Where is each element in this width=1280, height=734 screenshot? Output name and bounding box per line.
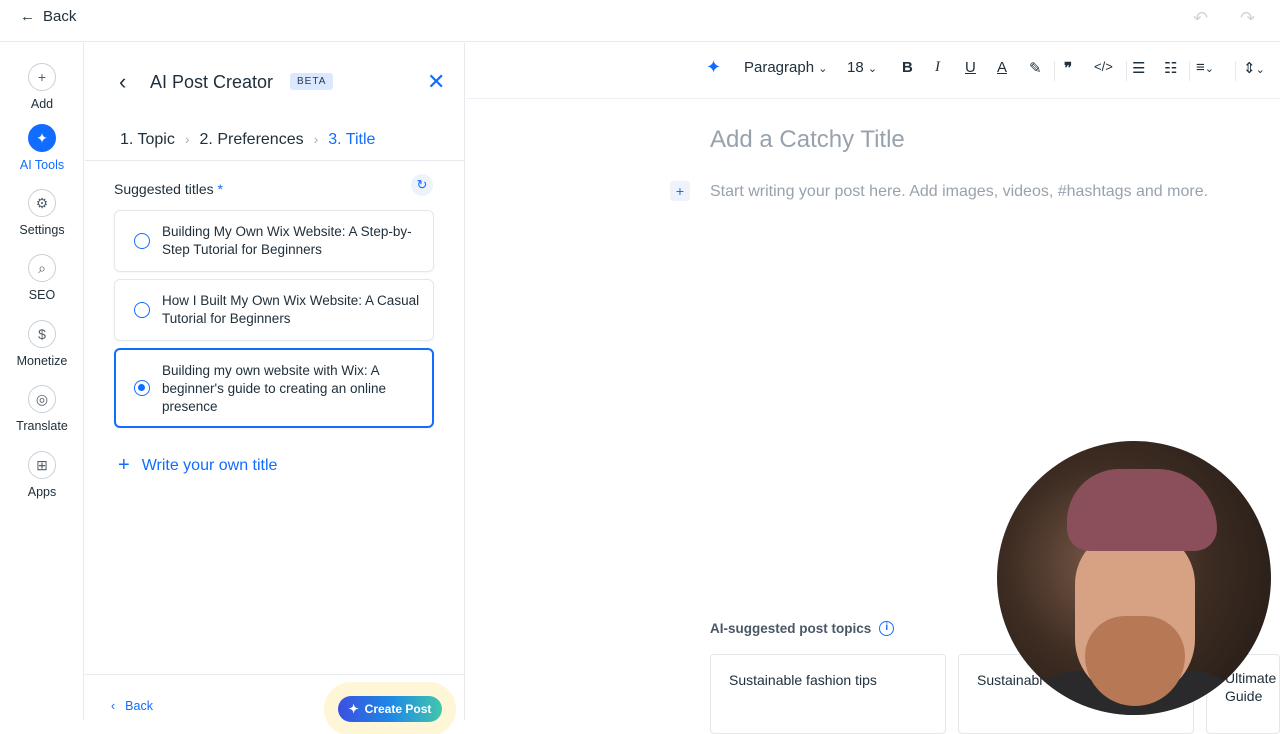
topic-card[interactable]: Sustainable fashion tips — [710, 654, 946, 734]
step-topic[interactable]: 1. Topic — [120, 131, 175, 149]
line-spacing-icon[interactable]: ⇕⌄ — [1243, 59, 1265, 77]
rail-item-label: Add — [30, 97, 54, 111]
chevron-left-icon[interactable]: ‹ — [119, 69, 126, 95]
ai-post-creator-panel: ‹ AI Post Creator BETA ✕ 1. Topic › 2. P… — [85, 43, 465, 722]
redo-icon[interactable]: ↷ — [1240, 8, 1262, 30]
arrow-left-icon: ← — [20, 8, 35, 25]
refresh-icon[interactable]: ↻ — [411, 174, 433, 196]
title-option-text: Building My Own Wix Website: A Step-by-S… — [162, 224, 412, 257]
title-option-1[interactable]: Building My Own Wix Website: A Step-by-S… — [114, 210, 434, 272]
chevron-left-icon: ‹ — [111, 699, 116, 713]
code-icon[interactable]: </> — [1094, 59, 1113, 74]
divider — [1126, 61, 1127, 81]
rail-item-label: Apps — [27, 485, 57, 499]
search-icon: ⌕ — [28, 254, 56, 282]
write-own-title-label: Write your own title — [141, 456, 278, 474]
divider — [85, 674, 465, 675]
top-back-button[interactable]: ← Back — [20, 8, 76, 25]
quote-icon[interactable]: ❞ — [1064, 59, 1072, 77]
close-icon[interactable]: ✕ — [427, 69, 445, 95]
sparkle-icon: ✦ — [348, 702, 359, 716]
divider — [85, 160, 465, 161]
title-option-2[interactable]: How I Built My Own Wix Website: A Casual… — [114, 279, 434, 341]
suggested-titles-label: Suggested titles * — [114, 181, 223, 197]
numbered-list-icon[interactable]: ☰ — [1132, 59, 1145, 77]
title-option-text: Building my own website with Wix: A begi… — [162, 363, 386, 414]
webcam-overlay — [997, 441, 1271, 715]
rail-item-translate[interactable]: ◎ Translate — [0, 385, 84, 433]
add-block-icon[interactable]: + — [670, 181, 690, 201]
paragraph-style-dropdown[interactable]: Paragraph ⌄ — [744, 59, 827, 76]
footer-back-label: Back — [125, 699, 153, 713]
footer-back-button[interactable]: ‹ Back — [111, 699, 153, 713]
panel-header: ‹ AI Post Creator BETA ✕ — [85, 43, 465, 120]
underline-icon[interactable]: U — [965, 59, 976, 76]
highlight-icon[interactable]: ✎ — [1029, 59, 1042, 77]
font-size-dropdown[interactable]: 18 ⌄ — [847, 59, 877, 76]
rail-item-ai-tools[interactable]: ✦ AI Tools — [0, 124, 84, 172]
step-title[interactable]: 3. Title — [328, 131, 375, 149]
left-rail: + Add ✦ AI Tools ⚙ Settings ⌕ SEO $ Mone… — [0, 43, 84, 720]
step-breadcrumb: 1. Topic › 2. Preferences › 3. Title — [120, 131, 375, 149]
chevron-right-icon: › — [313, 131, 319, 147]
person-cap — [1067, 469, 1217, 551]
rail-item-label: SEO — [28, 288, 56, 302]
write-own-title-button[interactable]: + Write your own title — [118, 454, 277, 477]
rail-item-seo[interactable]: ⌕ SEO — [0, 254, 84, 302]
step-preferences[interactable]: 2. Preferences — [200, 131, 304, 149]
radio-button[interactable] — [134, 233, 150, 249]
radio-button[interactable] — [134, 302, 150, 318]
post-body-input[interactable]: Start writing your post here. Add images… — [710, 183, 1208, 201]
bold-icon[interactable]: B — [902, 59, 913, 76]
info-icon[interactable]: i — [879, 621, 895, 636]
ai-sparkle-icon[interactable]: ✦ — [706, 57, 721, 78]
gear-icon: ⚙ — [28, 189, 56, 217]
panel-title: AI Post Creator — [150, 72, 274, 92]
plus-icon: + — [28, 63, 56, 91]
divider — [1189, 61, 1190, 81]
top-bar: ← Back ↶ ↷ — [0, 0, 1280, 42]
plus-icon: + — [118, 454, 130, 476]
undo-icon[interactable]: ↶ — [1193, 8, 1215, 30]
rail-item-label: Settings — [19, 223, 65, 237]
required-mark: * — [217, 181, 223, 197]
align-icon[interactable]: ≡⌄ — [1196, 59, 1214, 76]
divider — [1054, 61, 1055, 81]
divider — [1235, 61, 1236, 81]
title-option-3[interactable]: Building my own website with Wix: A begi… — [114, 348, 434, 428]
create-post-label: Create Post — [364, 702, 432, 716]
rail-item-monetize[interactable]: $ Monetize — [0, 320, 84, 368]
bullet-list-icon[interactable]: ☷ — [1164, 59, 1177, 77]
text-color-icon[interactable]: A — [997, 59, 1007, 76]
beta-badge: BETA — [290, 73, 334, 90]
rail-item-add[interactable]: + Add — [0, 63, 84, 111]
rail-item-label: AI Tools — [19, 158, 65, 172]
chevron-right-icon: › — [184, 131, 190, 147]
rail-item-apps[interactable]: ⊞ Apps — [0, 451, 84, 499]
italic-icon[interactable]: I — [935, 59, 940, 76]
formatting-toolbar: ✦ Paragraph ⌄ 18 ⌄ B I U A ✎ ❞ </> ☰ ☷ ≡… — [466, 43, 1280, 99]
title-option-text: How I Built My Own Wix Website: A Casual… — [162, 293, 420, 326]
sparkle-icon: ✦ — [28, 124, 56, 152]
radio-button-selected[interactable] — [134, 380, 150, 396]
apps-icon: ⊞ — [28, 451, 56, 479]
dollar-icon: $ — [28, 320, 56, 348]
post-title-input[interactable]: Add a Catchy Title — [710, 126, 905, 154]
top-back-label: Back — [43, 8, 77, 25]
globe-icon: ◎ — [28, 385, 56, 413]
rail-item-label: Monetize — [16, 354, 68, 368]
rail-item-settings[interactable]: ⚙ Settings — [0, 189, 84, 237]
ai-topics-heading: AI-suggested post topics i — [710, 621, 895, 636]
rail-item-label: Translate — [16, 419, 68, 433]
create-post-button[interactable]: ✦ Create Post — [338, 696, 442, 722]
